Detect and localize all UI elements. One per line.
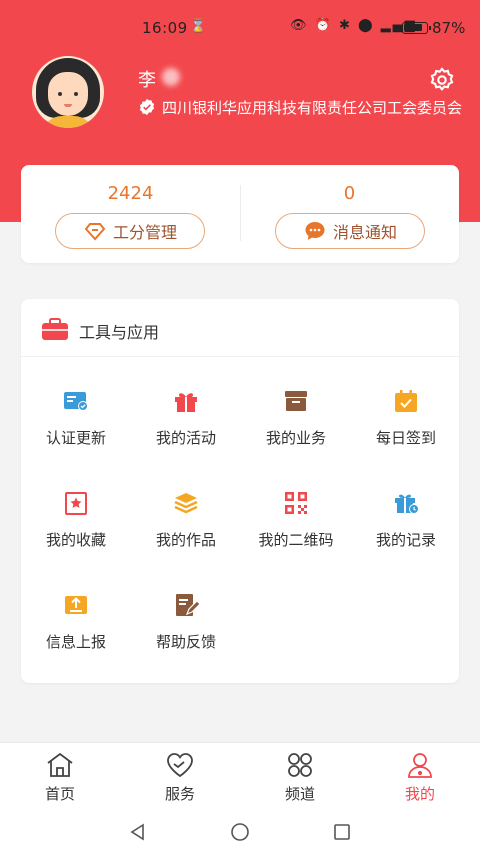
tools-header: 工具与应用 xyxy=(21,299,459,357)
tool-label: 信息上报 xyxy=(45,633,106,651)
tool-my-works[interactable]: 我的作品 xyxy=(131,489,241,569)
gift-box-clock-icon xyxy=(395,494,419,514)
messages-value: 0 xyxy=(343,183,356,204)
layers-icon xyxy=(174,493,198,514)
qr-code-icon xyxy=(285,492,307,514)
tool-my-records[interactable]: 我的记录 xyxy=(351,489,461,569)
status-icons: 👁 ⏰ ✱ ⬤ ▂▄▆ xyxy=(290,18,417,33)
tool-label: 帮助反馈 xyxy=(155,633,216,651)
messages-button[interactable]: 消息通知 xyxy=(275,213,425,249)
star-frame-icon xyxy=(65,492,87,515)
tool-my-business[interactable]: 我的业务 xyxy=(241,387,351,467)
four-circles-icon xyxy=(288,753,312,777)
tab-label: 频道 xyxy=(284,785,315,803)
tab-mine[interactable]: 我的 xyxy=(360,743,480,811)
tool-my-activities[interactable]: 我的活动 xyxy=(131,387,241,467)
heart-icon xyxy=(167,753,193,778)
tool-help-feedback[interactable]: 帮助反馈 xyxy=(131,591,241,671)
back-icon[interactable] xyxy=(128,822,148,842)
messages-label: 消息通知 xyxy=(332,223,397,242)
battery-icon xyxy=(402,22,431,34)
tool-label: 认证更新 xyxy=(45,429,106,447)
tool-label: 我的二维码 xyxy=(258,531,334,549)
avatar[interactable] xyxy=(32,56,104,128)
tool-my-qrcode[interactable]: 我的二维码 xyxy=(241,489,351,569)
tools-card: 工具与应用 认证更新 我的活动 我的业务 每日签到 我的收藏 我的作品 我的二维… xyxy=(21,299,459,683)
tool-label: 每日签到 xyxy=(375,429,436,447)
tool-cert-update[interactable]: 认证更新 xyxy=(21,387,131,467)
diamond-icon xyxy=(84,223,106,241)
tab-service[interactable]: 服务 xyxy=(120,743,240,811)
tab-label: 首页 xyxy=(44,785,75,803)
status-bar: 16:09 ⌛ 👁 ⏰ ✱ ⬤ ▂▄▆ 87% xyxy=(0,0,480,56)
id-card-check-icon xyxy=(64,392,88,411)
user-name: 李 xyxy=(138,70,156,91)
person-icon xyxy=(408,753,432,778)
tool-label: 我的作品 xyxy=(155,531,216,549)
tool-daily-checkin[interactable]: 每日签到 xyxy=(351,387,461,467)
briefcase-icon xyxy=(42,318,68,340)
stats-card: 2424 工分管理 0 消息通知 xyxy=(21,165,459,263)
organization-line: 四川银利华应用科技有限责任公司工会委员会 xyxy=(138,98,468,118)
home-circle-icon[interactable] xyxy=(230,822,250,842)
work-points-button[interactable]: 工分管理 xyxy=(55,213,205,249)
home-icon xyxy=(47,752,73,777)
calendar-check-icon xyxy=(395,390,417,412)
edit-note-icon xyxy=(176,594,200,616)
gear-icon[interactable] xyxy=(428,66,456,94)
verified-badge-icon xyxy=(139,98,155,116)
tool-label: 我的记录 xyxy=(375,531,436,549)
work-points-value: 2424 xyxy=(107,183,154,204)
upload-tray-icon xyxy=(65,596,87,614)
status-time: 16:09 xyxy=(142,19,188,37)
tab-channel[interactable]: 频道 xyxy=(240,743,360,811)
hourglass-icon: ⌛ xyxy=(190,19,207,34)
tool-label: 我的收藏 xyxy=(45,531,106,549)
recents-icon[interactable] xyxy=(332,822,352,842)
battery-percent: 87% xyxy=(432,19,466,37)
bottom-tab-bar: 首页 服务 频道 我的 xyxy=(0,742,480,810)
tab-label: 服务 xyxy=(164,785,195,803)
tab-label: 我的 xyxy=(404,785,435,803)
organization-name: 四川银利华应用科技有限责任公司工会委员会 xyxy=(162,99,463,117)
chat-bubble-icon xyxy=(305,222,325,240)
tool-my-favorites[interactable]: 我的收藏 xyxy=(21,489,131,569)
tab-home[interactable]: 首页 xyxy=(0,743,120,811)
system-nav-bar xyxy=(0,810,480,854)
name-mask xyxy=(162,68,180,86)
tool-label: 我的业务 xyxy=(265,429,326,447)
tools-title: 工具与应用 xyxy=(79,323,160,342)
tool-info-report[interactable]: 信息上报 xyxy=(21,591,131,671)
gift-icon xyxy=(175,393,197,412)
archive-box-icon xyxy=(285,391,307,411)
tool-label: 我的活动 xyxy=(155,429,216,447)
work-points-label: 工分管理 xyxy=(112,223,177,242)
